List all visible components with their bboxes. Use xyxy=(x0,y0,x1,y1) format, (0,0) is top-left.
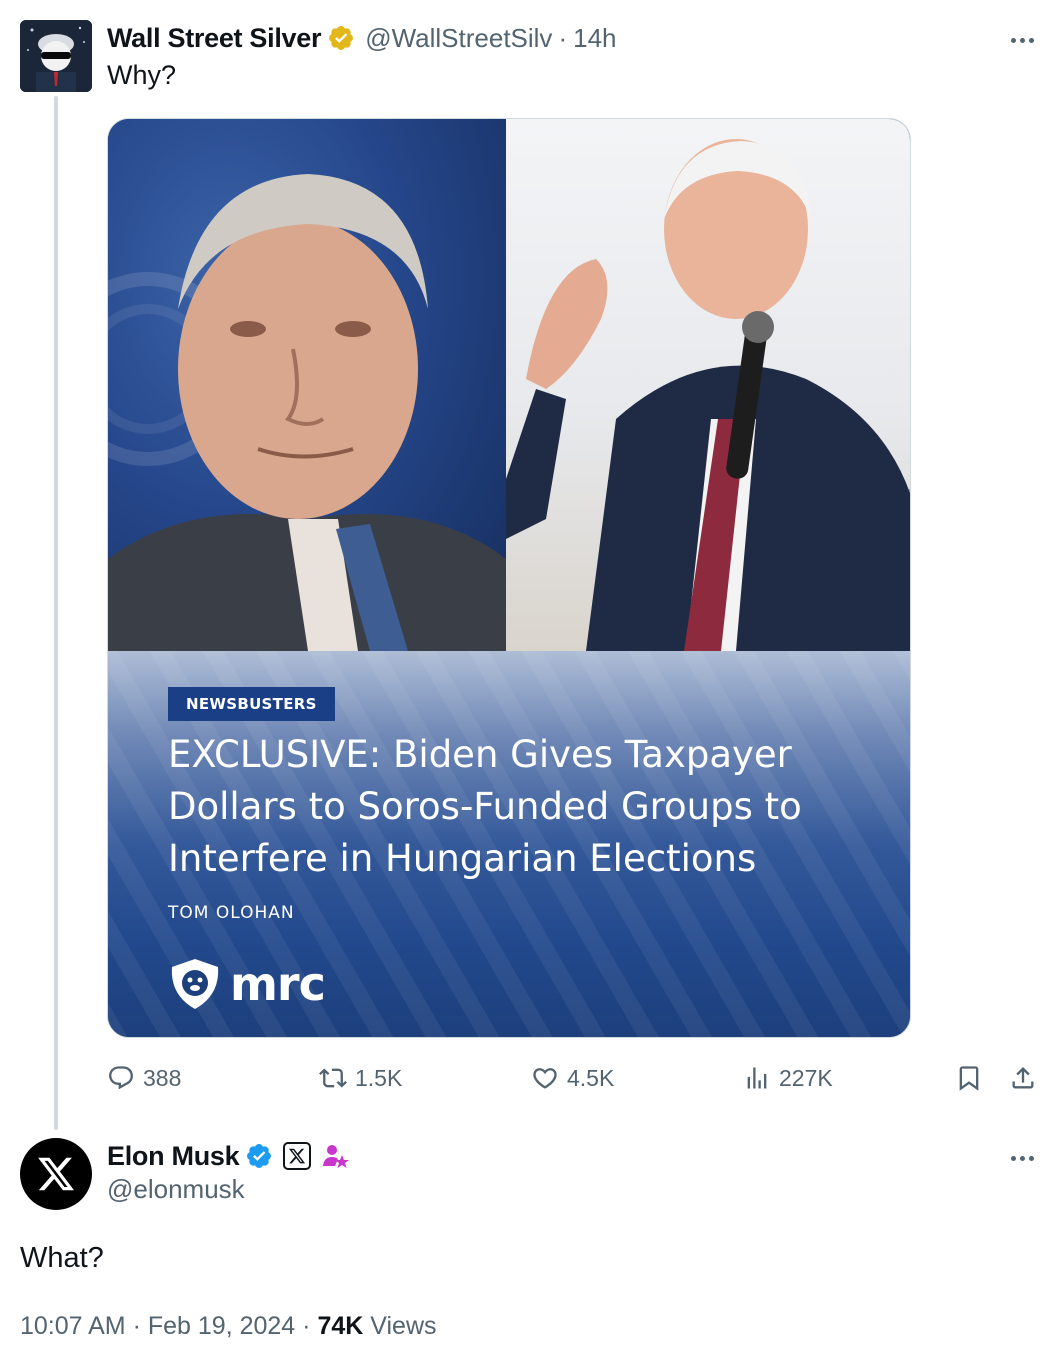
ellipsis-icon xyxy=(1010,37,1034,43)
tweet-media-image[interactable]: NEWSBUSTERS EXCLUSIVE: Biden Gives Taxpa… xyxy=(107,118,911,1038)
views-button[interactable]: 227K xyxy=(743,1058,833,1098)
publication-tag: NEWSBUSTERS xyxy=(168,687,335,721)
more-options-button[interactable] xyxy=(1004,1140,1040,1176)
avatar-elon-musk[interactable] xyxy=(20,1138,92,1210)
thread-line xyxy=(54,96,58,1130)
separator: · xyxy=(558,22,568,53)
heart-icon xyxy=(533,1068,557,1089)
views-count: 227K xyxy=(779,1064,833,1091)
bookmark-icon xyxy=(959,1066,979,1091)
gold-verified-icon[interactable] xyxy=(327,24,355,52)
post-time[interactable]: 10:07 AM xyxy=(20,1312,126,1340)
avatar-wall-street-silver[interactable] xyxy=(20,20,92,92)
handle[interactable]: @elonmusk xyxy=(107,1174,245,1205)
reply-button[interactable]: 388 xyxy=(107,1058,181,1098)
separator: · xyxy=(132,1312,141,1340)
mrc-logo: mrc xyxy=(166,955,326,1013)
retweet-icon xyxy=(319,1068,347,1088)
blue-verified-icon[interactable] xyxy=(245,1142,273,1170)
avatar-image xyxy=(20,20,92,92)
separator: · xyxy=(302,1312,311,1340)
bookmark-button[interactable] xyxy=(955,1058,983,1098)
tweet-text: What? xyxy=(20,1242,104,1274)
reply-count: 388 xyxy=(143,1064,182,1091)
tweet1-header: Wall Street Silver @WallStreetSilv · 14h xyxy=(107,20,617,56)
like-button[interactable]: 4.5K xyxy=(531,1058,614,1098)
tweet-actions-bar: 388 1.5K 4.5K 227K xyxy=(107,1058,1047,1098)
like-count: 4.5K xyxy=(567,1064,615,1091)
display-name[interactable]: Wall Street Silver xyxy=(107,23,321,54)
handle[interactable]: @WallStreetSilv xyxy=(365,23,552,54)
views-label: Views xyxy=(370,1312,437,1340)
timestamp[interactable]: 14h xyxy=(573,23,616,54)
more-options-button[interactable] xyxy=(1004,22,1040,58)
retweet-button[interactable]: 1.5K xyxy=(319,1058,402,1098)
bulldog-icon xyxy=(171,959,219,1009)
x-logo-icon xyxy=(38,1157,75,1191)
retweet-count: 1.5K xyxy=(355,1064,403,1091)
mrc-logo-text: mrc xyxy=(230,957,326,1011)
article-headline: EXCLUSIVE: Biden Gives Taxpayer Dollars … xyxy=(168,733,802,880)
tweet-meta: 10:07 AM · Feb 19, 2024 · 74K Views xyxy=(20,1312,437,1341)
tweet2-header: Elon Musk xyxy=(107,1138,350,1174)
views-count: 74K xyxy=(317,1312,364,1340)
ellipsis-icon xyxy=(1010,1155,1034,1161)
tweet-text: Why? xyxy=(107,60,177,90)
share-icon xyxy=(1012,1067,1034,1089)
photo-left xyxy=(108,119,506,651)
analytics-icon xyxy=(747,1067,767,1089)
article-author: TOM OLOHAN xyxy=(168,903,295,923)
x-affiliate-icon[interactable] xyxy=(283,1142,312,1170)
reply-icon xyxy=(109,1066,133,1090)
share-button[interactable] xyxy=(1009,1058,1037,1098)
display-name[interactable]: Elon Musk xyxy=(107,1141,240,1172)
subscriber-star-icon[interactable] xyxy=(321,1142,350,1170)
photo-right xyxy=(506,119,910,651)
post-date[interactable]: Feb 19, 2024 xyxy=(148,1312,295,1340)
